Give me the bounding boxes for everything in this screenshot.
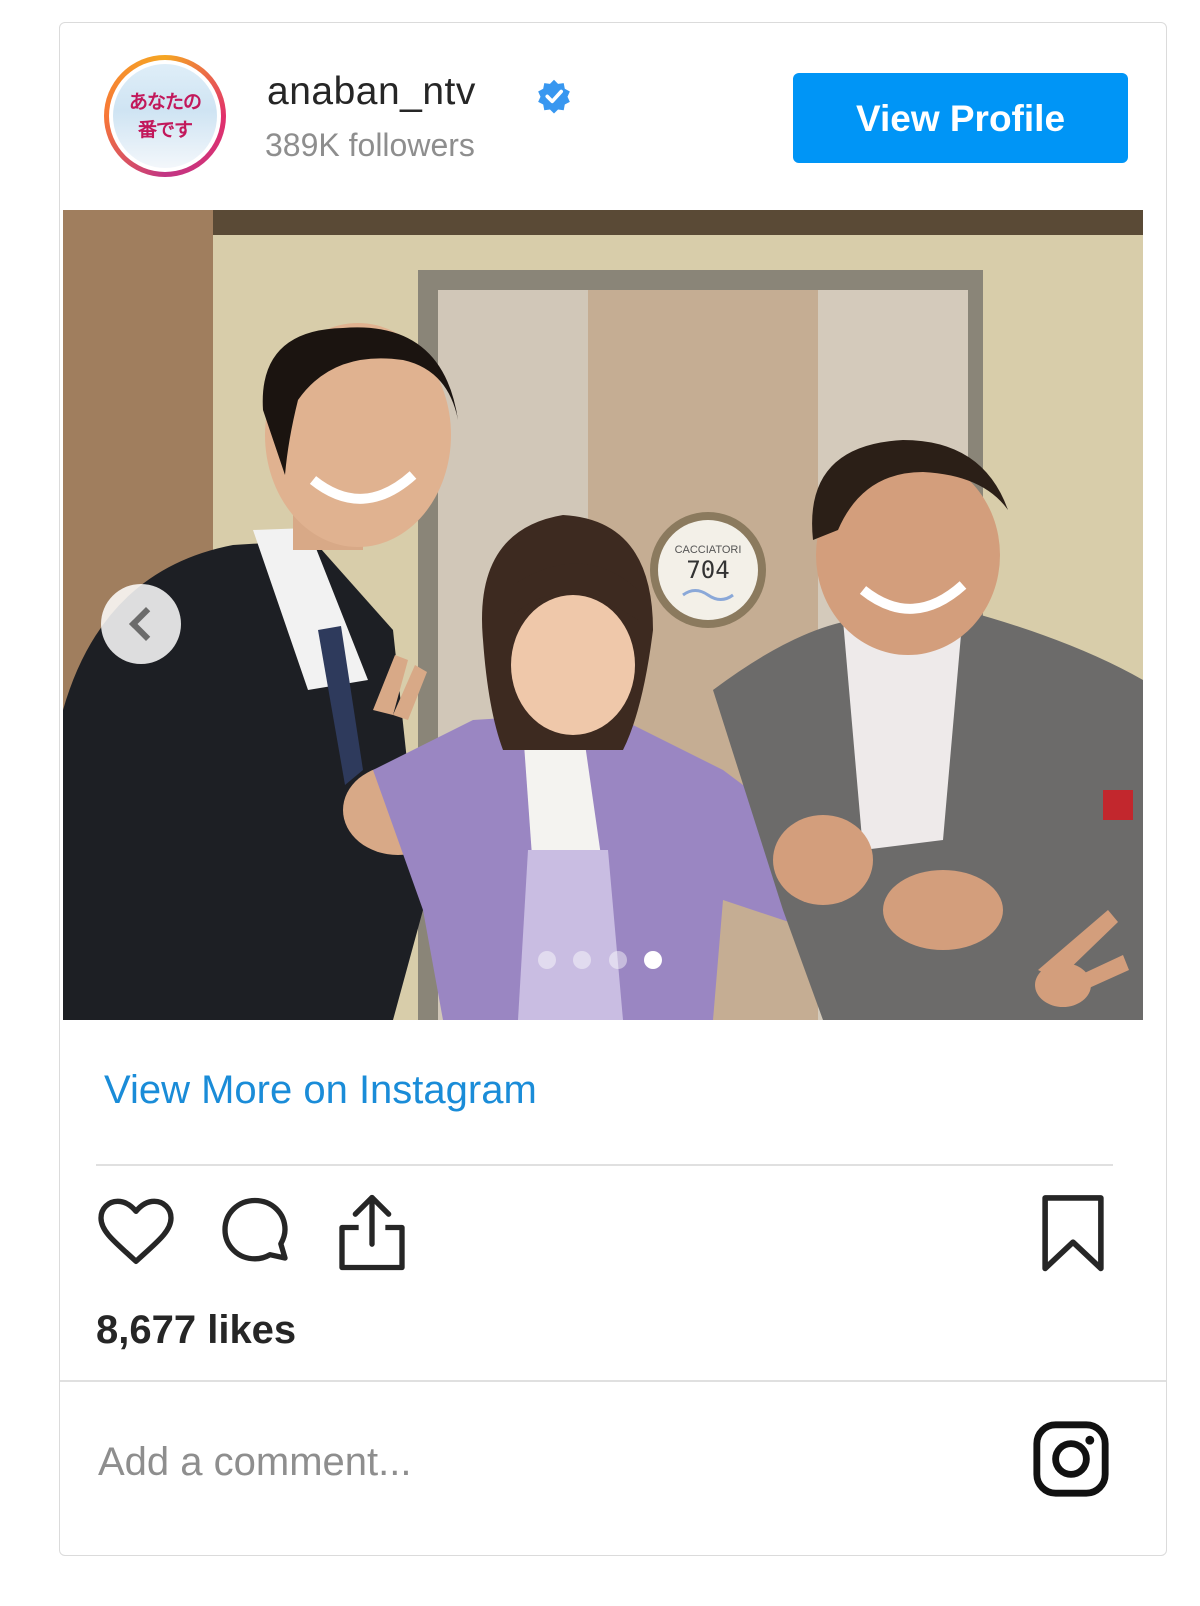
- post-photo[interactable]: CACCIATORI 704: [63, 210, 1143, 1020]
- photo-illustration: CACCIATORI 704: [63, 210, 1143, 1020]
- heart-icon[interactable]: [96, 1193, 176, 1273]
- share-icon[interactable]: [332, 1190, 412, 1275]
- verified-badge-icon: [538, 79, 570, 114]
- instagram-embed-card: あなたの 番です anaban_ntv 389K followers View …: [59, 22, 1167, 1556]
- divider: [60, 1380, 1166, 1382]
- username[interactable]: anaban_ntv: [267, 70, 476, 114]
- instagram-logo-icon[interactable]: [1030, 1418, 1112, 1500]
- likes-count[interactable]: 8,677 likes: [96, 1308, 296, 1353]
- bookmark-icon[interactable]: [1038, 1193, 1108, 1275]
- followers-count: 389K followers: [265, 127, 475, 163]
- view-profile-button[interactable]: View Profile: [793, 73, 1128, 163]
- avatar-image: あなたの 番です: [113, 64, 217, 168]
- comment-input[interactable]: [96, 1431, 950, 1493]
- view-more-link[interactable]: View More on Instagram: [104, 1068, 537, 1113]
- carousel-dot[interactable]: [538, 951, 556, 969]
- door-sign-brand: CACCIATORI: [675, 544, 742, 556]
- carousel-dot[interactable]: [573, 951, 592, 969]
- profile-avatar[interactable]: あなたの 番です: [104, 55, 226, 177]
- carousel-prev-button[interactable]: [101, 584, 181, 664]
- avatar-logo-text: あなたの 番です: [128, 91, 202, 141]
- door-sign-number: 704: [686, 556, 729, 584]
- comment-icon[interactable]: [215, 1193, 295, 1273]
- carousel-dot-active[interactable]: [644, 951, 663, 969]
- carousel-dots: [538, 951, 675, 971]
- carousel-dot[interactable]: [608, 951, 627, 969]
- divider: [96, 1164, 1113, 1166]
